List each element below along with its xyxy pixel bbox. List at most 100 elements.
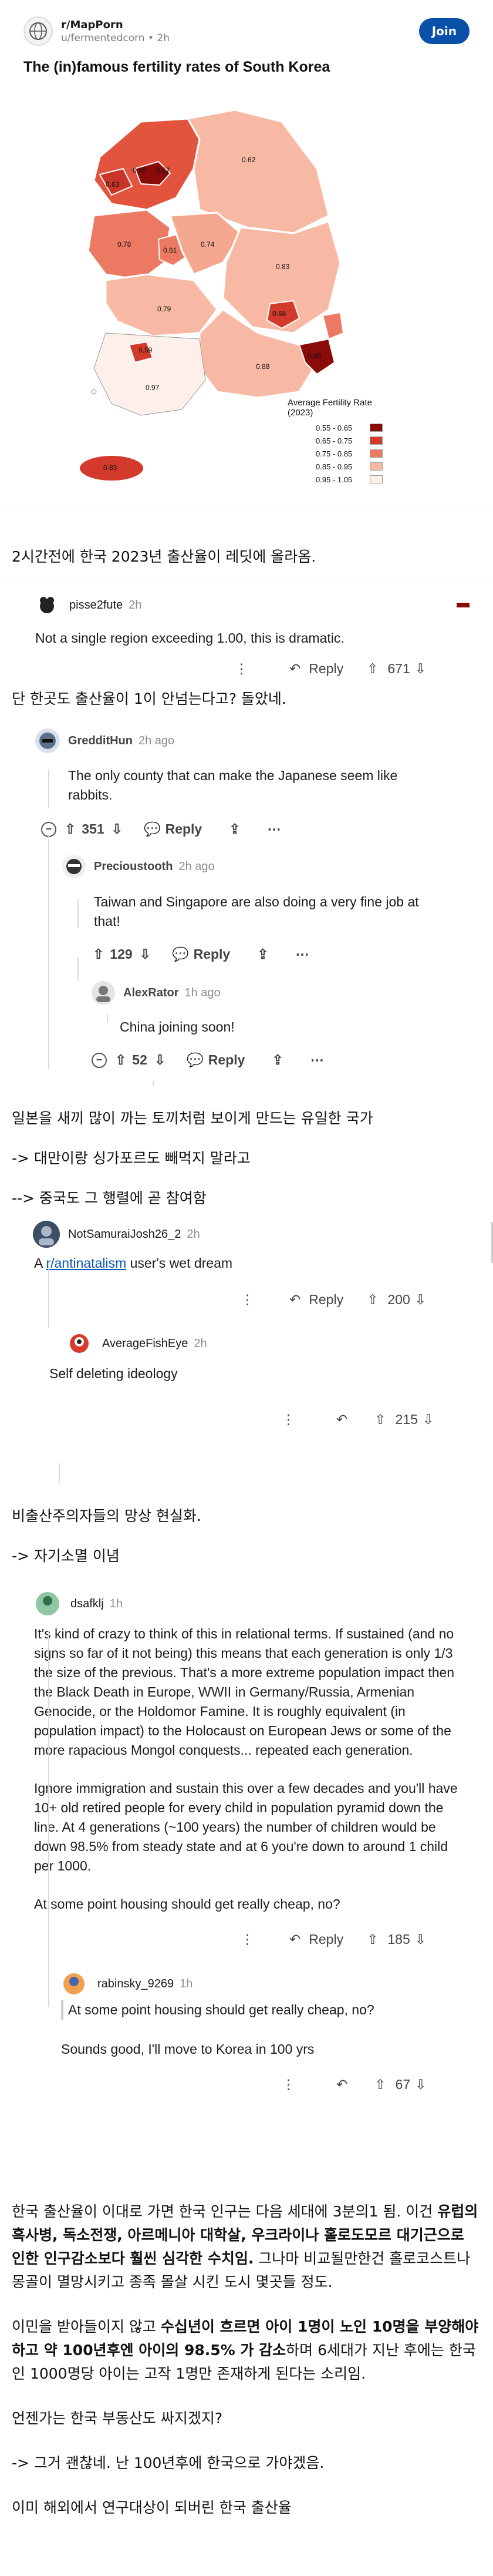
upvote-icon[interactable]: ⇧ <box>65 821 76 837</box>
korean-caption: -> 자기소멸 이념 <box>12 1547 120 1564</box>
downvote-icon[interactable]: ⇩ <box>140 946 151 962</box>
comment-time: 2h ago <box>178 859 215 873</box>
reply-button[interactable]: 💬 Reply <box>144 821 202 837</box>
reply-label: Reply <box>193 946 231 962</box>
comment-body: Sounds good, I'll move to Korea in 100 y… <box>61 2041 315 2057</box>
comment-thread: GredditHun 2h ago The only county that c… <box>0 728 493 1086</box>
post-header: r/MapPorn u/fermentedcorn • 2h Join <box>23 14 470 48</box>
comment-author-name[interactable]: rabinsky_9269 <box>97 1977 174 1991</box>
reply-label: Reply <box>165 821 202 837</box>
downvote-icon[interactable]: ⇩ <box>423 1412 434 1428</box>
more-options-icon[interactable]: ⋯ <box>310 1052 324 1068</box>
join-button[interactable]: Join <box>418 18 470 44</box>
reply-button[interactable]: ↶ Reply <box>289 1292 343 1308</box>
avatar[interactable] <box>33 1589 62 1618</box>
comment-body: China joining soon! <box>120 1019 235 1035</box>
comment-author-name[interactable]: pisse2fute <box>69 599 123 612</box>
thread-line <box>48 834 49 1069</box>
thread-line <box>107 1013 108 1022</box>
comment-time: 2h <box>194 1336 207 1350</box>
avatar[interactable] <box>33 1221 60 1248</box>
reply-button[interactable]: ↶ Reply <box>289 1932 343 1947</box>
downvote-icon[interactable]: ⇩ <box>415 1292 426 1308</box>
comment-actions: − ⇧ 52 ⇩ 💬 Reply ⇪ ⋯ <box>92 1052 470 1068</box>
korean-paragraph: 한국 출산율이 이대로 가면 한국 인구는 다음 세대에 3분의1 됨. 이건 … <box>0 2200 493 2294</box>
avatar-icon <box>40 597 54 613</box>
downvote-icon[interactable]: ⇩ <box>154 1052 166 1068</box>
korean-text: 이민을 받아들이지 않고 <box>12 2318 161 2335</box>
legend-label: 0.85 - 0.95 <box>316 462 353 471</box>
avatar[interactable] <box>92 981 115 1005</box>
upvote-icon[interactable]: ⇧ <box>374 2077 386 2093</box>
legend-row: 0.75 - 0.85 <box>316 447 397 460</box>
downvote-icon[interactable]: ⇩ <box>415 2077 426 2093</box>
vote-count: 351 <box>82 821 104 837</box>
comment-author-name[interactable]: dsafklj <box>70 1597 104 1611</box>
avatar[interactable] <box>59 1969 89 1999</box>
reply-icon: 💬 <box>143 821 161 837</box>
korean-caption: 2시간전에 한국 2023년 출산율이 레딧에 올라옴. <box>12 548 316 565</box>
reply-label: Reply <box>309 1932 344 1947</box>
reply-button[interactable]: ↶ Reply <box>289 661 343 677</box>
share-icon[interactable]: ⇪ <box>229 821 240 837</box>
map-label: 0.65 <box>308 352 322 360</box>
more-options-icon[interactable]: ⋯ <box>268 821 281 837</box>
upvote-icon[interactable]: ⇧ <box>115 1052 126 1068</box>
vote-count: 129 <box>110 946 133 962</box>
thread-line <box>48 1631 49 2007</box>
downvote-icon[interactable]: ⇩ <box>112 821 123 837</box>
more-options-icon[interactable]: ⋮ <box>241 1932 254 1947</box>
map-label: 0.59 <box>139 346 153 354</box>
avatar[interactable] <box>65 1329 94 1358</box>
vote-count: 215 <box>395 1412 418 1427</box>
share-icon[interactable]: ⇪ <box>257 946 268 962</box>
legend-row: 0.55 - 0.65 <box>316 421 397 434</box>
collapse-icon[interactable]: − <box>92 1052 107 1068</box>
share-icon[interactable]: ⇪ <box>272 1052 283 1068</box>
map-label: 0.68 <box>272 310 286 318</box>
korean-paragraph: 이민을 받아들이지 않고 수십년이 흐르면 아이 1명이 노인 10명을 부양해… <box>0 2315 493 2386</box>
subreddit-link[interactable]: r/antinatalism <box>46 1255 126 1271</box>
comment-time: 1h ago <box>184 986 221 999</box>
comment-author: Precioustooth 2h ago <box>62 855 470 878</box>
reply-button[interactable]: 💬 Reply <box>172 946 230 962</box>
map-label: 0.62 <box>242 156 256 164</box>
reply-button[interactable]: 💬 Reply <box>187 1052 245 1068</box>
more-options-icon[interactable]: ⋮ <box>282 1412 295 1428</box>
avatar[interactable] <box>35 728 60 753</box>
avatar-icon <box>36 1592 59 1616</box>
more-options-icon[interactable]: ⋯ <box>296 946 309 962</box>
comment-author: NotSamuraiJosh26_2 2h <box>33 1216 470 1248</box>
comment-time: 2h ago <box>139 734 175 747</box>
downvote-icon[interactable]: ⇩ <box>415 1932 426 1947</box>
upvote-icon[interactable]: ⇧ <box>374 1412 386 1428</box>
more-options-icon[interactable]: ⋮ <box>282 2077 295 2093</box>
reply-icon[interactable]: ↶ <box>336 1412 347 1428</box>
comment-author-name[interactable]: AlexRator <box>123 986 178 1000</box>
avatar[interactable] <box>33 591 61 619</box>
reply-icon[interactable]: ↶ <box>336 2077 347 2093</box>
vote-group: ⇧ 215 ⇩ <box>374 1412 434 1428</box>
downvote-icon[interactable]: ⇩ <box>415 661 426 677</box>
comment-time: 1h <box>180 1977 193 1990</box>
upvote-icon[interactable]: ⇧ <box>93 946 104 962</box>
avatar[interactable] <box>62 855 86 878</box>
legend-row: 0.65 - 0.75 <box>316 434 397 447</box>
korean-caption: 비출산주의자들의 망상 현실화. <box>12 1507 201 1524</box>
comment-author-name[interactable]: Precioustooth <box>94 860 173 874</box>
upvote-icon[interactable]: ⇧ <box>367 661 378 677</box>
comment-author-name[interactable]: NotSamuraiJosh26_2 <box>68 1228 181 1241</box>
more-options-icon[interactable]: ⋮ <box>235 661 248 677</box>
comment-author-name[interactable]: AverageFishEye <box>102 1337 188 1351</box>
upvote-icon[interactable]: ⇧ <box>367 1932 378 1947</box>
comment-author-name[interactable]: GredditHun <box>68 734 133 748</box>
map-legend: Average Fertility Rate (2023) 0.55 - 0.6… <box>288 398 397 486</box>
avatar-icon <box>66 859 82 874</box>
post-title[interactable]: The (in)famous fertility rates of South … <box>23 59 470 76</box>
subreddit-name[interactable]: r/MapPorn <box>61 19 170 31</box>
avatar-icon <box>63 1973 85 1994</box>
fertility-map[interactable]: 0.55 0.57 0.63 0.62 0.61 0.59 0.68 0.65 … <box>23 86 397 492</box>
subreddit-avatar[interactable] <box>23 16 53 46</box>
more-options-icon[interactable]: ⋮ <box>241 1292 254 1308</box>
upvote-icon[interactable]: ⇧ <box>367 1292 378 1308</box>
